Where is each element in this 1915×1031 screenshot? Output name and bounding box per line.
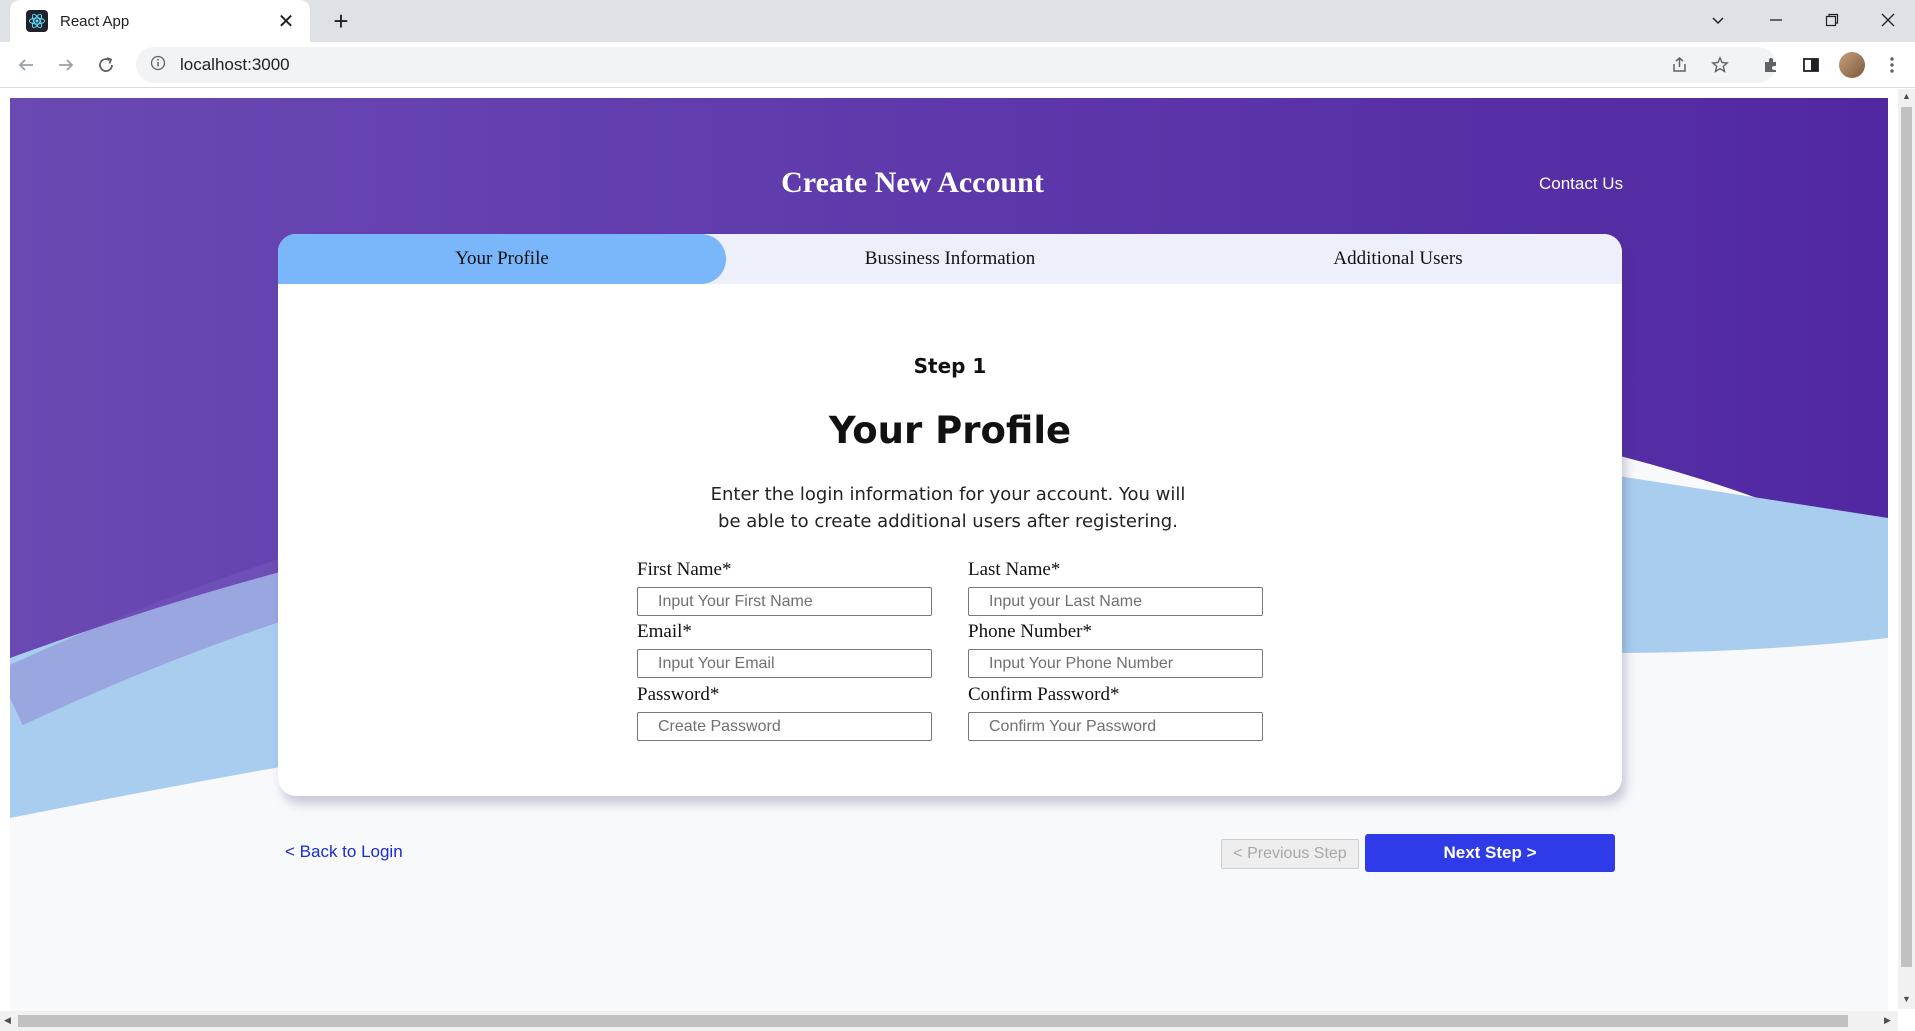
- close-window-icon[interactable]: [1860, 0, 1915, 40]
- bookmark-star-icon[interactable]: [1704, 47, 1736, 83]
- confirm-password-field: Confirm Password*: [968, 684, 1263, 741]
- scroll-right-icon[interactable]: ▶: [1884, 1015, 1891, 1026]
- email-field: Email*: [637, 621, 932, 678]
- password-field: Password*: [637, 684, 932, 741]
- contact-us-link[interactable]: Contact Us: [1539, 174, 1623, 194]
- tab-your-profile[interactable]: Your Profile: [278, 234, 726, 284]
- scroll-up-icon[interactable]: ▲: [1902, 91, 1911, 101]
- back-arrow-icon[interactable]: [10, 49, 42, 81]
- site-info-icon[interactable]: [150, 55, 166, 76]
- first-name-label: First Name*: [637, 559, 732, 580]
- password-label: Password*: [637, 684, 720, 705]
- tab-close-icon[interactable]: ✕: [274, 9, 298, 34]
- first-name-field: First Name*: [637, 559, 932, 616]
- menu-kebab-icon[interactable]: [1876, 49, 1908, 81]
- phone-input[interactable]: [968, 649, 1263, 678]
- vertical-scrollbar[interactable]: ▲ ▼: [1898, 89, 1915, 1009]
- signup-card: Your Profile Bussiness Information Addit…: [278, 234, 1622, 796]
- vertical-scroll-thumb[interactable]: [1901, 107, 1912, 967]
- scroll-down-icon[interactable]: ▼: [1902, 994, 1911, 1004]
- share-icon[interactable]: [1664, 47, 1696, 83]
- previous-step-button[interactable]: < Previous Step: [1221, 839, 1359, 869]
- react-logo-icon: [26, 10, 48, 32]
- browser-tab[interactable]: React App ✕: [10, 0, 310, 42]
- tab-additional-users[interactable]: Additional Users: [1174, 234, 1622, 284]
- back-to-login-link[interactable]: < Back to Login: [285, 842, 403, 862]
- address-bar[interactable]: localhost:3000: [136, 47, 1776, 83]
- email-label: Email*: [637, 621, 692, 642]
- password-input[interactable]: [637, 712, 932, 741]
- side-panel-icon[interactable]: [1795, 49, 1827, 81]
- scroll-left-icon[interactable]: ◀: [4, 1015, 11, 1026]
- restore-icon[interactable]: [1804, 0, 1860, 40]
- step-label: Step 1: [913, 354, 987, 378]
- browser-tabstrip: React App ✕ +: [0, 0, 1915, 42]
- url-text: localhost:3000: [180, 55, 290, 74]
- extensions-puzzle-icon[interactable]: [1755, 49, 1787, 81]
- last-name-field: Last Name*: [968, 559, 1263, 616]
- browser-toolbar: localhost:3000: [0, 42, 1915, 88]
- confirm-password-label: Confirm Password*: [968, 684, 1120, 705]
- minimize-icon[interactable]: [1748, 0, 1804, 40]
- reload-icon[interactable]: [90, 49, 122, 81]
- new-tab-button[interactable]: +: [325, 6, 357, 38]
- horizontal-scroll-thumb[interactable]: [18, 1015, 1848, 1027]
- profile-avatar[interactable]: [1836, 49, 1868, 81]
- first-name-input[interactable]: [637, 587, 932, 616]
- last-name-input[interactable]: [968, 587, 1263, 616]
- section-title: Your Profile: [828, 409, 1072, 452]
- tab-title: React App: [60, 12, 130, 30]
- horizontal-scrollbar[interactable]: ◀ ▶: [0, 1011, 1898, 1031]
- phone-label: Phone Number*: [968, 621, 1093, 642]
- tab-business-information[interactable]: Bussiness Information: [726, 234, 1174, 284]
- last-name-label: Last Name*: [968, 559, 1061, 580]
- confirm-password-input[interactable]: [968, 712, 1263, 741]
- email-input[interactable]: [637, 649, 932, 678]
- tab-search-icon[interactable]: [1690, 0, 1746, 40]
- phone-field: Phone Number*: [968, 621, 1263, 678]
- step-tabs: Your Profile Bussiness Information Addit…: [278, 234, 1622, 284]
- intro-text: Enter the login information for your acc…: [710, 484, 1186, 532]
- forward-arrow-icon[interactable]: [50, 49, 82, 81]
- next-step-button[interactable]: Next Step >: [1365, 834, 1615, 872]
